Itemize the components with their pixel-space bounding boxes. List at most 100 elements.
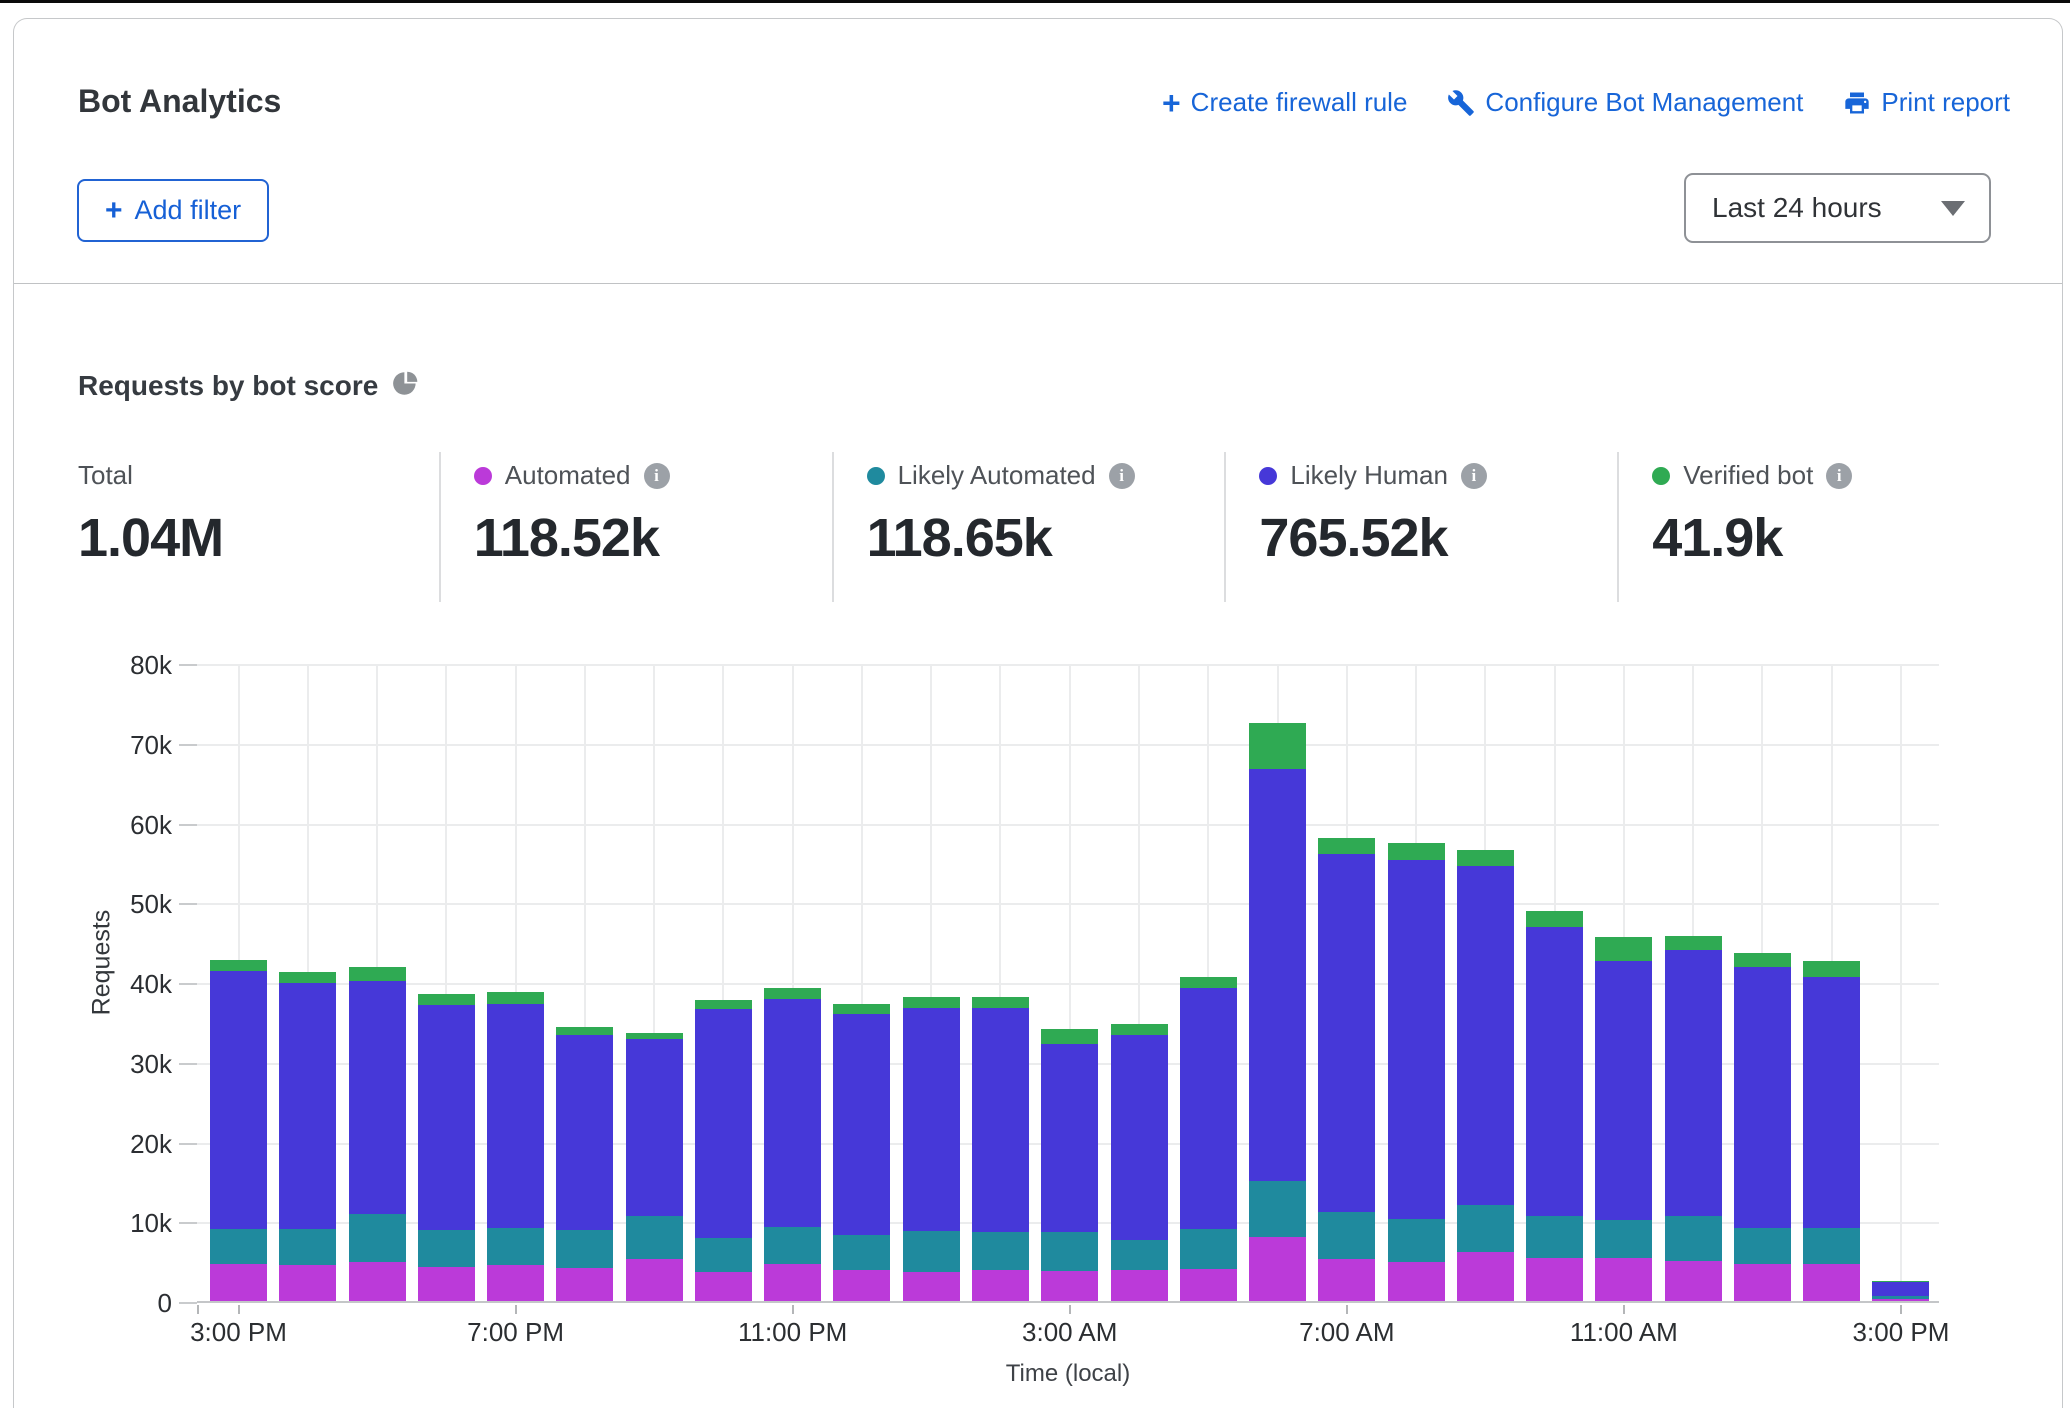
info-icon[interactable]: i — [1826, 463, 1852, 489]
bar-segment-verified-bot — [1665, 936, 1722, 950]
chart-plot-area — [197, 665, 1939, 1303]
bar — [1872, 1281, 1929, 1301]
x-axis-title: Time (local) — [868, 1360, 1268, 1388]
x-axis-tick — [1069, 1305, 1071, 1314]
bar — [1665, 936, 1722, 1301]
stat-total: Total 1.04M — [78, 452, 439, 602]
page-header: Bot Analytics + Create firewall rule Con… — [14, 19, 2062, 284]
info-icon[interactable]: i — [1461, 463, 1487, 489]
stat-verified-bot-value: 41.9k — [1652, 507, 2010, 569]
bar-segment-likely-automated — [1526, 1216, 1583, 1257]
automated-legend-dot — [474, 467, 492, 485]
bar-segment-verified-bot — [349, 967, 406, 981]
bar-segment-automated — [1803, 1264, 1860, 1301]
stat-total-value: 1.04M — [78, 507, 439, 569]
x-axis-tick-label: 7:00 AM — [1252, 1317, 1442, 1348]
bar-segment-likely-human — [1872, 1282, 1929, 1296]
bar-segment-likely-human — [210, 971, 267, 1229]
stat-verified-bot[interactable]: Verified bot i 41.9k — [1617, 452, 2010, 602]
bar-segment-verified-bot — [1388, 843, 1445, 860]
x-axis-tick — [1346, 1305, 1348, 1314]
bar-segment-likely-automated — [1457, 1205, 1514, 1253]
bar-segment-verified-bot — [1249, 723, 1306, 769]
bar-segment-automated — [1318, 1259, 1375, 1301]
bar-segment-likely-human — [1111, 1035, 1168, 1240]
bar-segment-automated — [1872, 1299, 1929, 1301]
bar-segment-likely-automated — [1041, 1232, 1098, 1271]
bar-segment-likely-automated — [972, 1232, 1029, 1269]
bar-segment-verified-bot — [764, 988, 821, 999]
add-filter-button[interactable]: + Add filter — [77, 179, 269, 242]
bar-segment-automated — [1595, 1258, 1652, 1301]
bar-segment-automated — [210, 1264, 267, 1301]
bar — [695, 1000, 752, 1301]
bar — [626, 1033, 683, 1301]
x-axis-tick-label: 3:00 PM — [1806, 1317, 1996, 1348]
bar-segment-verified-bot — [1041, 1029, 1098, 1044]
y-axis-tick-label: 60k — [67, 809, 172, 841]
stat-likely-human-value: 765.52k — [1259, 507, 1617, 569]
verified-bot-legend-dot — [1652, 467, 1670, 485]
bar — [764, 988, 821, 1301]
bar-segment-likely-automated — [487, 1228, 544, 1265]
stat-automated-value: 118.52k — [474, 507, 832, 569]
plus-icon: + — [1162, 90, 1181, 116]
bar — [210, 960, 267, 1301]
configure-bot-management-link[interactable]: Configure Bot Management — [1447, 87, 1803, 118]
bar-segment-automated — [1526, 1258, 1583, 1301]
bar-segment-likely-human — [556, 1035, 613, 1230]
bar-segment-automated — [418, 1267, 475, 1301]
bar — [833, 1004, 890, 1301]
requests-by-bot-score-chart: Requests 010k20k30k40k50k60k70k80k3:00 P… — [78, 658, 2010, 1403]
bot-analytics-card: Bot Analytics + Create firewall rule Con… — [13, 18, 2063, 1408]
bar-segment-likely-automated — [833, 1235, 890, 1270]
y-axis-tick — [179, 1063, 197, 1065]
y-axis-tick-label: 30k — [67, 1048, 172, 1080]
bar-segment-automated — [279, 1265, 336, 1301]
bar-segment-automated — [1457, 1252, 1514, 1301]
configure-bot-management-label: Configure Bot Management — [1485, 87, 1803, 118]
bar-segment-likely-automated — [1180, 1229, 1237, 1269]
x-axis-tick-label: 7:00 PM — [421, 1317, 611, 1348]
bar-segment-automated — [1249, 1237, 1306, 1301]
y-axis-tick-label: 50k — [67, 888, 172, 920]
plus-icon: + — [105, 198, 123, 224]
bar-segment-likely-automated — [1803, 1228, 1860, 1264]
bar-segment-automated — [1180, 1269, 1237, 1301]
time-range-dropdown[interactable]: Last 24 hours — [1684, 173, 1991, 243]
bar-segment-likely-automated — [210, 1229, 267, 1264]
bar-segment-verified-bot — [695, 1000, 752, 1010]
print-report-link[interactable]: Print report — [1843, 87, 2010, 118]
x-axis-tick-label: 11:00 PM — [698, 1317, 888, 1348]
bar-segment-likely-automated — [1318, 1212, 1375, 1259]
stat-likely-automated-value: 118.65k — [867, 507, 1225, 569]
stat-likely-automated[interactable]: Likely Automated i 118.65k — [832, 452, 1225, 602]
section-title: Requests by bot score — [78, 370, 378, 402]
bar-segment-likely-automated — [1388, 1219, 1445, 1262]
info-icon[interactable]: i — [644, 463, 670, 489]
bar-segment-verified-bot — [487, 992, 544, 1003]
bar-segment-likely-human — [1526, 927, 1583, 1216]
bar-segment-automated — [1734, 1264, 1791, 1301]
stat-likely-automated-label: Likely Automated — [898, 460, 1096, 491]
bar-segment-verified-bot — [1595, 937, 1652, 961]
stat-likely-human-label: Likely Human — [1290, 460, 1448, 491]
bar-segment-verified-bot — [1180, 977, 1237, 988]
bar-segment-likely-human — [349, 981, 406, 1214]
stat-automated[interactable]: Automated i 118.52k — [439, 452, 832, 602]
bar-segment-likely-automated — [903, 1231, 960, 1272]
x-axis-tick — [1623, 1305, 1625, 1314]
x-axis-tick — [792, 1305, 794, 1314]
y-axis-tick — [179, 903, 197, 905]
info-icon[interactable]: i — [1109, 463, 1135, 489]
bar-segment-likely-human — [1041, 1044, 1098, 1231]
create-firewall-rule-link[interactable]: + Create firewall rule — [1162, 87, 1407, 118]
bar — [903, 997, 960, 1301]
bar-segment-likely-human — [1734, 967, 1791, 1228]
bar-segment-likely-automated — [1734, 1228, 1791, 1265]
y-axis-tick — [179, 1143, 197, 1145]
bar — [1180, 977, 1237, 1301]
page-title: Bot Analytics — [78, 83, 281, 120]
bar-segment-likely-human — [1388, 860, 1445, 1219]
stat-likely-human[interactable]: Likely Human i 765.52k — [1224, 452, 1617, 602]
